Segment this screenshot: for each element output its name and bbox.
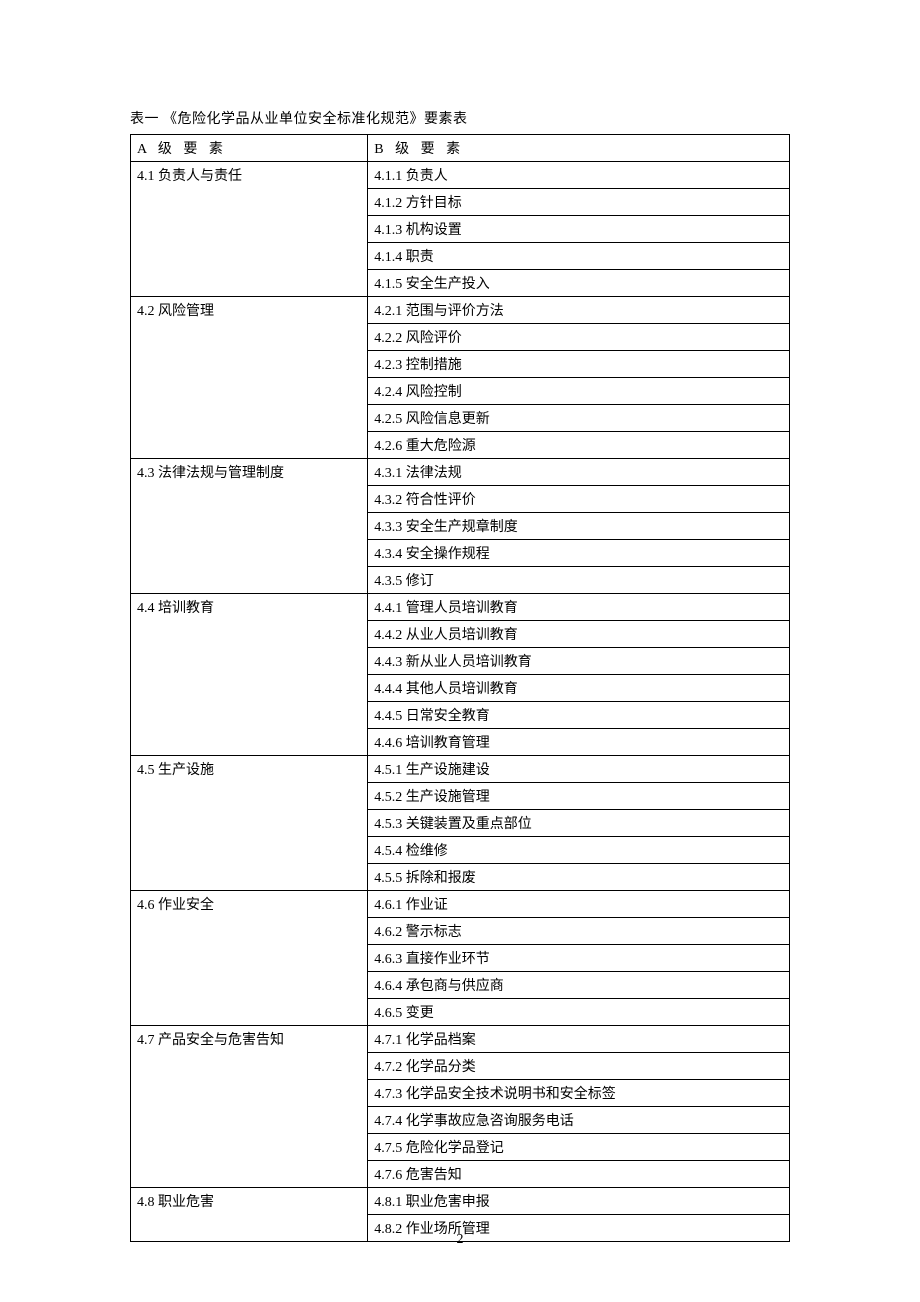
table-row: 4.8 职业危害4.8.1 职业危害申报 xyxy=(131,1188,790,1215)
b-level-cell: 4.8.1 职业危害申报 xyxy=(368,1188,790,1215)
b-level-cell: 4.1.3 机构设置 xyxy=(368,216,790,243)
b-level-cell: 4.5.5 拆除和报废 xyxy=(368,864,790,891)
b-level-cell: 4.6.5 变更 xyxy=(368,999,790,1026)
elements-table: A 级 要 素 B 级 要 素 4.1 负责人与责任4.1.1 负责人4.1.2… xyxy=(130,134,790,1242)
b-level-cell: 4.5.3 关键装置及重点部位 xyxy=(368,810,790,837)
table-caption: 表一 《危险化学品从业单位安全标准化规范》要素表 xyxy=(130,108,790,128)
b-level-cell: 4.4.1 管理人员培训教育 xyxy=(368,594,790,621)
b-level-cell: 4.3.5 修订 xyxy=(368,567,790,594)
b-level-cell: 4.5.2 生产设施管理 xyxy=(368,783,790,810)
header-a: A 级 要 素 xyxy=(131,135,368,162)
b-level-cell: 4.1.1 负责人 xyxy=(368,162,790,189)
b-level-cell: 4.1.4 职责 xyxy=(368,243,790,270)
b-level-cell: 4.2.5 风险信息更新 xyxy=(368,405,790,432)
b-level-cell: 4.4.6 培训教育管理 xyxy=(368,729,790,756)
table-row: 4.1 负责人与责任4.1.1 负责人 xyxy=(131,162,790,189)
a-level-cell: 4.6 作业安全 xyxy=(131,891,368,1026)
b-level-cell: 4.7.1 化学品档案 xyxy=(368,1026,790,1053)
b-level-cell: 4.1.2 方针目标 xyxy=(368,189,790,216)
b-level-cell: 4.1.5 安全生产投入 xyxy=(368,270,790,297)
b-level-cell: 4.3.2 符合性评价 xyxy=(368,486,790,513)
b-level-cell: 4.7.4 化学事故应急咨询服务电话 xyxy=(368,1107,790,1134)
b-level-cell: 4.2.4 风险控制 xyxy=(368,378,790,405)
b-level-cell: 4.7.6 危害告知 xyxy=(368,1161,790,1188)
table-row: 4.2 风险管理4.2.1 范围与评价方法 xyxy=(131,297,790,324)
b-level-cell: 4.2.1 范围与评价方法 xyxy=(368,297,790,324)
b-level-cell: 4.4.3 新从业人员培训教育 xyxy=(368,648,790,675)
a-level-cell: 4.3 法律法规与管理制度 xyxy=(131,459,368,594)
b-level-cell: 4.4.5 日常安全教育 xyxy=(368,702,790,729)
b-level-cell: 4.6.4 承包商与供应商 xyxy=(368,972,790,999)
a-level-cell: 4.5 生产设施 xyxy=(131,756,368,891)
b-level-cell: 4.5.4 检维修 xyxy=(368,837,790,864)
table-row: 4.3 法律法规与管理制度4.3.1 法律法规 xyxy=(131,459,790,486)
table-row: 4.4 培训教育4.4.1 管理人员培训教育 xyxy=(131,594,790,621)
table-row: 4.7 产品安全与危害告知4.7.1 化学品档案 xyxy=(131,1026,790,1053)
b-level-cell: 4.7.5 危险化学品登记 xyxy=(368,1134,790,1161)
a-level-cell: 4.7 产品安全与危害告知 xyxy=(131,1026,368,1188)
b-level-cell: 4.4.4 其他人员培训教育 xyxy=(368,675,790,702)
b-level-cell: 4.2.3 控制措施 xyxy=(368,351,790,378)
a-level-cell: 4.2 风险管理 xyxy=(131,297,368,459)
a-level-cell: 4.1 负责人与责任 xyxy=(131,162,368,297)
b-level-cell: 4.2.2 风险评价 xyxy=(368,324,790,351)
b-level-cell: 4.6.2 警示标志 xyxy=(368,918,790,945)
table-row: 4.5 生产设施4.5.1 生产设施建设 xyxy=(131,756,790,783)
b-level-cell: 4.4.2 从业人员培训教育 xyxy=(368,621,790,648)
table-row: 4.6 作业安全4.6.1 作业证 xyxy=(131,891,790,918)
b-level-cell: 4.6.3 直接作业环节 xyxy=(368,945,790,972)
table-header-row: A 级 要 素 B 级 要 素 xyxy=(131,135,790,162)
b-level-cell: 4.5.1 生产设施建设 xyxy=(368,756,790,783)
b-level-cell: 4.7.2 化学品分类 xyxy=(368,1053,790,1080)
b-level-cell: 4.2.6 重大危险源 xyxy=(368,432,790,459)
b-level-cell: 4.3.3 安全生产规章制度 xyxy=(368,513,790,540)
b-level-cell: 4.6.1 作业证 xyxy=(368,891,790,918)
b-level-cell: 4.7.3 化学品安全技术说明书和安全标签 xyxy=(368,1080,790,1107)
a-level-cell: 4.4 培训教育 xyxy=(131,594,368,756)
page-number: 2 xyxy=(0,1232,920,1248)
b-level-cell: 4.3.4 安全操作规程 xyxy=(368,540,790,567)
b-level-cell: 4.3.1 法律法规 xyxy=(368,459,790,486)
header-b: B 级 要 素 xyxy=(368,135,790,162)
